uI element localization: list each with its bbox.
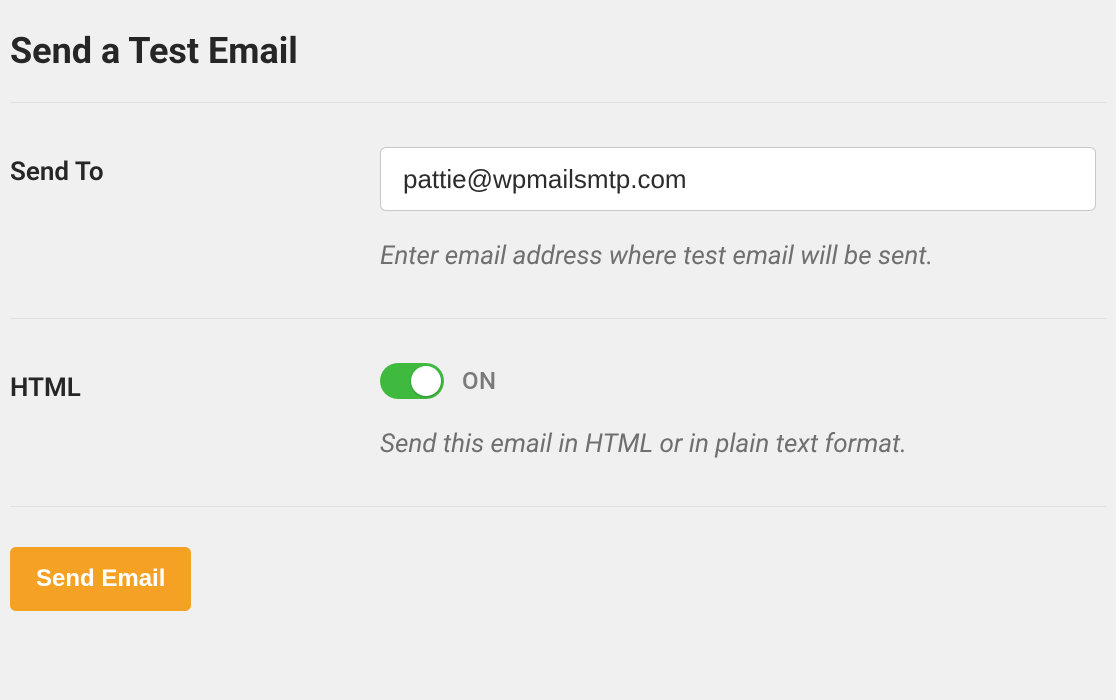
- html-help: Send this email in HTML or in plain text…: [380, 427, 1106, 462]
- html-toggle[interactable]: [380, 363, 444, 399]
- send-to-label: Send To: [10, 147, 380, 187]
- field-row-html: HTML ON Send this email in HTML or in pl…: [10, 318, 1106, 506]
- send-to-control: Enter email address where test email wil…: [380, 147, 1106, 274]
- test-email-page: Send a Test Email Send To Enter email ad…: [0, 0, 1116, 651]
- html-toggle-state: ON: [462, 367, 497, 395]
- send-to-input[interactable]: [380, 147, 1096, 211]
- html-control: ON Send this email in HTML or in plain t…: [380, 363, 1106, 462]
- html-label: HTML: [10, 363, 380, 403]
- html-toggle-row: ON: [380, 363, 1106, 399]
- page-title: Send a Test Email: [10, 30, 1106, 72]
- send-email-button[interactable]: Send Email: [10, 547, 191, 611]
- field-row-send-to: Send To Enter email address where test e…: [10, 102, 1106, 318]
- send-to-help: Enter email address where test email wil…: [380, 239, 1106, 274]
- toggle-knob-icon: [411, 366, 441, 396]
- actions-row: Send Email: [10, 506, 1106, 611]
